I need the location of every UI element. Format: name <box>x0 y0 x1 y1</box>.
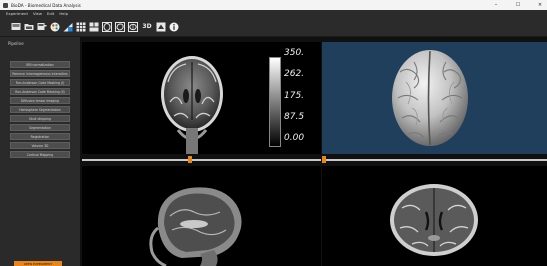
load-image-icon[interactable] <box>11 22 21 32</box>
title-bar: BioDA - Biomedical Data Analysis – ☐ × <box>0 0 547 10</box>
sidebar: Pipeline BRI normalization Remove inhomo… <box>0 37 80 266</box>
colorbar-label-min: 0.00 <box>284 133 305 143</box>
axial-mri-image <box>390 184 478 256</box>
histogram-icon[interactable] <box>63 22 73 32</box>
left-slider-handle[interactable] <box>187 156 192 163</box>
grid-layout-icon[interactable] <box>76 22 86 32</box>
brain-tools-icon[interactable] <box>156 22 166 32</box>
coronal-view-icon[interactable] <box>102 21 112 32</box>
menu-help[interactable]: Help <box>59 11 68 16</box>
sidebar-item-hemisphere[interactable]: Hemisphere Segmentation <box>10 106 70 113</box>
coronal-viewport[interactable]: 350. 262. 175. 87.5 0.00 <box>82 42 321 154</box>
toolbar: 3D <box>0 17 547 37</box>
brain-3d-render <box>392 50 468 146</box>
sagittal-mri-image <box>149 187 242 266</box>
sidebar-item-segmentation[interactable]: Segmentation <box>10 124 70 131</box>
colorbar-label-1q: 87.5 <box>284 112 305 122</box>
axial-view-icon[interactable] <box>128 21 138 32</box>
open-experiment-button[interactable]: OPEN EXPERIMENT <box>14 261 62 266</box>
menu-experiment[interactable]: Experiment <box>6 11 28 16</box>
app-icon <box>3 2 8 8</box>
intensity-colorbar <box>269 57 281 147</box>
colorbar-label-max: 350. <box>284 48 305 58</box>
sagittal-view-icon[interactable] <box>115 21 125 32</box>
right-slice-slider[interactable] <box>322 159 547 161</box>
sagittal-viewport[interactable] <box>82 166 321 266</box>
sidebar-title: Pipeline <box>8 41 24 46</box>
color-palette-icon[interactable] <box>50 22 60 32</box>
sidebar-item-skull-stripping[interactable]: Skull stripping <box>10 115 70 122</box>
sidebar-item-code-masking-2[interactable]: Run-Anderson Code Masking (II) <box>10 88 70 95</box>
sidebar-item-diffusion[interactable]: Diffusion tensor imaging <box>10 97 70 104</box>
menu-view[interactable]: View <box>33 11 42 16</box>
colorbar-label-3q: 262. <box>284 69 305 79</box>
save-icon[interactable] <box>37 22 47 32</box>
render-3d-viewport[interactable] <box>322 42 547 154</box>
view-3d-button[interactable]: 3D <box>141 22 153 32</box>
left-slice-slider[interactable] <box>82 159 321 161</box>
window-title: BioDA - Biomedical Data Analysis <box>11 2 81 8</box>
maximize-button[interactable]: ☐ <box>514 2 522 8</box>
sidebar-item-bri-normalization[interactable]: BRI normalization <box>10 61 70 68</box>
window-controls: – ☐ × <box>492 0 544 10</box>
info-icon[interactable] <box>169 22 179 32</box>
sidebar-item-registration[interactable]: Registration <box>10 133 70 140</box>
right-slider-handle[interactable] <box>322 156 326 163</box>
sidebar-item-cortical-mapping[interactable]: Cortical Mapping <box>10 151 70 158</box>
sidebar-item-volume-3d[interactable]: Volume 3D <box>10 142 70 149</box>
axial-viewport[interactable] <box>322 166 547 266</box>
menu-bar: Experiment View Edit Help <box>0 10 547 17</box>
close-button[interactable]: × <box>536 2 544 8</box>
sidebar-item-inhomogeneity[interactable]: Remove inhomogeneous intensities <box>10 70 70 77</box>
sidebar-item-code-masking-1[interactable]: Run-Anderson Code Masking (I) <box>10 79 70 86</box>
open-folder-icon[interactable] <box>24 22 34 32</box>
colorbar-label-mid: 175. <box>284 91 305 101</box>
minimize-button[interactable]: – <box>492 2 500 8</box>
split-layout-icon[interactable] <box>89 22 99 32</box>
menu-edit[interactable]: Edit <box>47 11 54 16</box>
